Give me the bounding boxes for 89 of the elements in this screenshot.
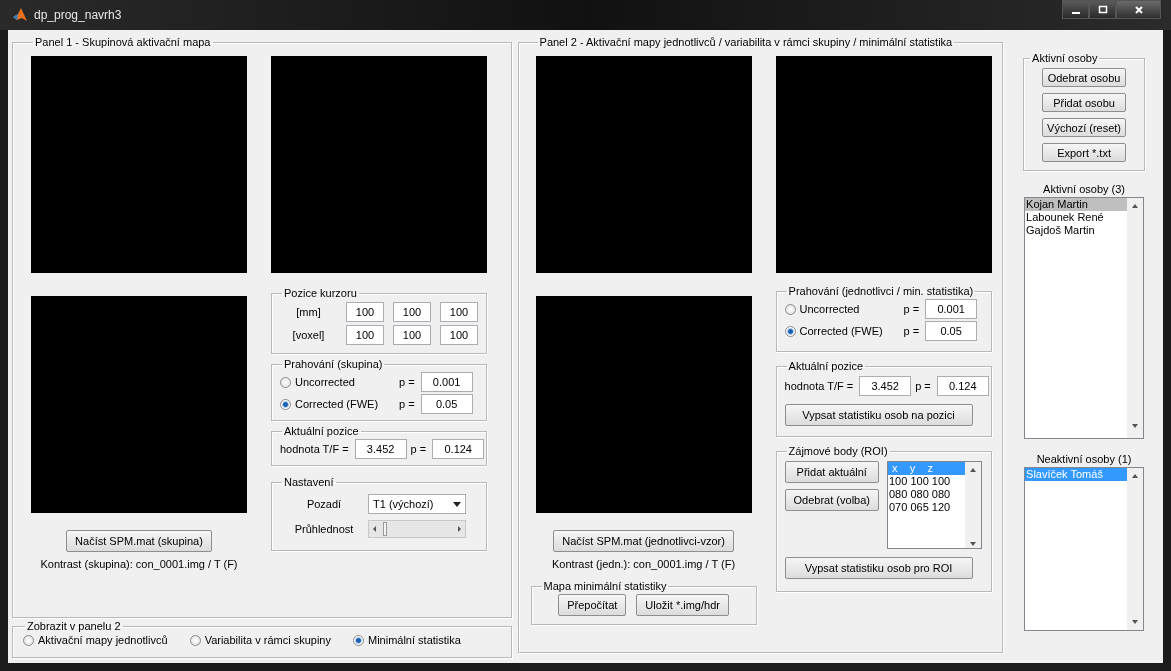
maximize-button[interactable]: [1089, 0, 1116, 19]
load-button[interactable]: Načíst SPM.mat (skupina): [66, 530, 212, 552]
list-item[interactable]: 080 080 080: [888, 488, 965, 501]
field-label: hodnota T/F =: [784, 380, 854, 392]
radio-label: Corrected (FWE): [295, 398, 380, 410]
radio-label: Corrected (FWE): [799, 325, 884, 337]
action-button[interactable]: Vypsat statistiku osob pro ROI: [784, 557, 973, 579]
field-label: Pozadí: [305, 498, 343, 510]
field-label: p =: [915, 380, 931, 392]
radio-button[interactable]: [352, 634, 364, 646]
p-value-field[interactable]: 0.05: [420, 394, 473, 414]
minimize-icon: [1071, 11, 1080, 14]
radio-label: Uncorrected: [295, 376, 356, 388]
field-label: [voxel]: [291, 329, 326, 341]
action-button[interactable]: Výchozí (reset): [1042, 118, 1127, 137]
group-title: Prahování (jednotlivci / min. statistika): [787, 285, 975, 297]
contrast-label: Kontrast (jedn.): con_0001.img / T (F): [552, 558, 736, 570]
radio-button[interactable]: [784, 303, 796, 315]
field-label: hodnota T/F =: [280, 443, 349, 455]
group-title: Aktuální pozice: [283, 425, 360, 437]
action-button[interactable]: Přepočítat: [558, 594, 627, 616]
radio-button[interactable]: [784, 325, 796, 337]
load-button[interactable]: Načíst SPM.mat (jednotlivci-vzor): [553, 530, 734, 552]
app-icon: [12, 7, 28, 23]
list-item[interactable]: Gajdoš Martin: [1025, 224, 1128, 237]
list-item[interactable]: Labounek René: [1025, 211, 1128, 224]
p-value-field[interactable]: 0.001: [420, 372, 473, 392]
radio-button[interactable]: [280, 376, 291, 388]
contrast-label: Kontrast (skupina): con_0001.img / T (F): [40, 558, 238, 570]
field-label: p =: [903, 325, 920, 337]
coordinate-field[interactable]: 100: [440, 325, 478, 345]
radio-button[interactable]: [280, 398, 291, 410]
group-title: Pozice kurzoru: [283, 287, 358, 299]
scrollbar[interactable]: [1127, 468, 1144, 630]
action-button[interactable]: Odebrat osobu: [1042, 68, 1127, 87]
scrollbar[interactable]: [1127, 198, 1144, 438]
field-label: p =: [410, 443, 427, 455]
list-item[interactable]: Kojan Martin: [1025, 198, 1128, 211]
action-button[interactable]: Export *.txt: [1042, 143, 1127, 162]
list-label: Neaktivní osoby (1): [1036, 453, 1132, 465]
group-title: Prahování (skupina): [283, 358, 384, 370]
list-box[interactable]: Kojan Martin Labounek René Gajdoš Martin: [1024, 197, 1145, 439]
list-label: Aktivní osoby (3): [1043, 183, 1125, 195]
group-title: Nastavení: [283, 476, 335, 488]
field-label: Průhlednost: [293, 523, 355, 535]
close-button[interactable]: [1116, 0, 1161, 19]
coordinate-field[interactable]: 100: [346, 325, 384, 345]
action-button[interactable]: Vypsat statistiku osob na pozici: [784, 404, 973, 426]
p-value-field[interactable]: 0.001: [925, 299, 978, 319]
group-title: Aktuální pozice: [787, 360, 865, 372]
caret-icon: [453, 501, 461, 507]
coordinate-field[interactable]: 100: [440, 302, 478, 322]
value-field[interactable]: 3.452: [859, 376, 912, 396]
action-button[interactable]: Uložit *.img/hdr: [636, 594, 729, 616]
maximize-icon: [1097, 4, 1108, 15]
list-box[interactable]: x y z 100 100 100 080 080 080 070 065 120: [887, 461, 982, 549]
close-icon: [1133, 4, 1144, 15]
radio-button[interactable]: [189, 634, 201, 646]
value-field[interactable]: 3.452: [354, 439, 407, 459]
field-label: p =: [399, 398, 415, 410]
coordinate-field[interactable]: 100: [346, 302, 384, 322]
action-button[interactable]: Odebrat (volba): [784, 489, 879, 511]
field-label: p =: [399, 376, 415, 388]
radio-button[interactable]: [23, 634, 34, 646]
p-value-field[interactable]: 0.124: [432, 439, 485, 459]
radio-label: Uncorrected: [799, 303, 861, 315]
action-button[interactable]: Přidat osobu: [1042, 93, 1127, 112]
minimize-button[interactable]: [1062, 0, 1089, 19]
group-title: Zájmové body (ROI): [787, 445, 889, 457]
p-value-field[interactable]: 0.124: [936, 376, 989, 396]
scrollbar[interactable]: [965, 462, 981, 548]
action-button[interactable]: Přidat aktuální: [784, 461, 879, 483]
radio-label: Variabilita v rámci skupiny: [204, 634, 331, 646]
dropdown[interactable]: T1 (výchozí): [368, 494, 466, 514]
panel-title: Panel 2 - Aktivační mapy jednotlivců / variabilita v rámci skupiny / minimální statistika: [538, 36, 954, 48]
group-title: Mapa minimální statistiky: [542, 580, 668, 592]
list-item[interactable]: 100 100 100: [888, 475, 965, 488]
radio-label: Aktivační mapy jednotlivců: [38, 634, 168, 646]
coordinate-field[interactable]: 100: [393, 325, 431, 345]
field-label: [mm]: [295, 306, 322, 318]
panel-title: Panel 1 - Skupinová aktivační mapa: [34, 36, 212, 48]
coordinate-field[interactable]: 100: [393, 302, 431, 322]
group-title: Zobrazit v panelu 2: [26, 620, 122, 632]
group-title: Aktivní osoby: [1031, 52, 1099, 64]
list-item[interactable]: 070 065 120: [888, 501, 965, 514]
window-title: dp_prog_navrh3: [34, 8, 122, 22]
field-label: p =: [903, 303, 920, 315]
radio-label: Minimální statistika: [367, 634, 461, 646]
p-value-field[interactable]: 0.05: [925, 321, 978, 341]
